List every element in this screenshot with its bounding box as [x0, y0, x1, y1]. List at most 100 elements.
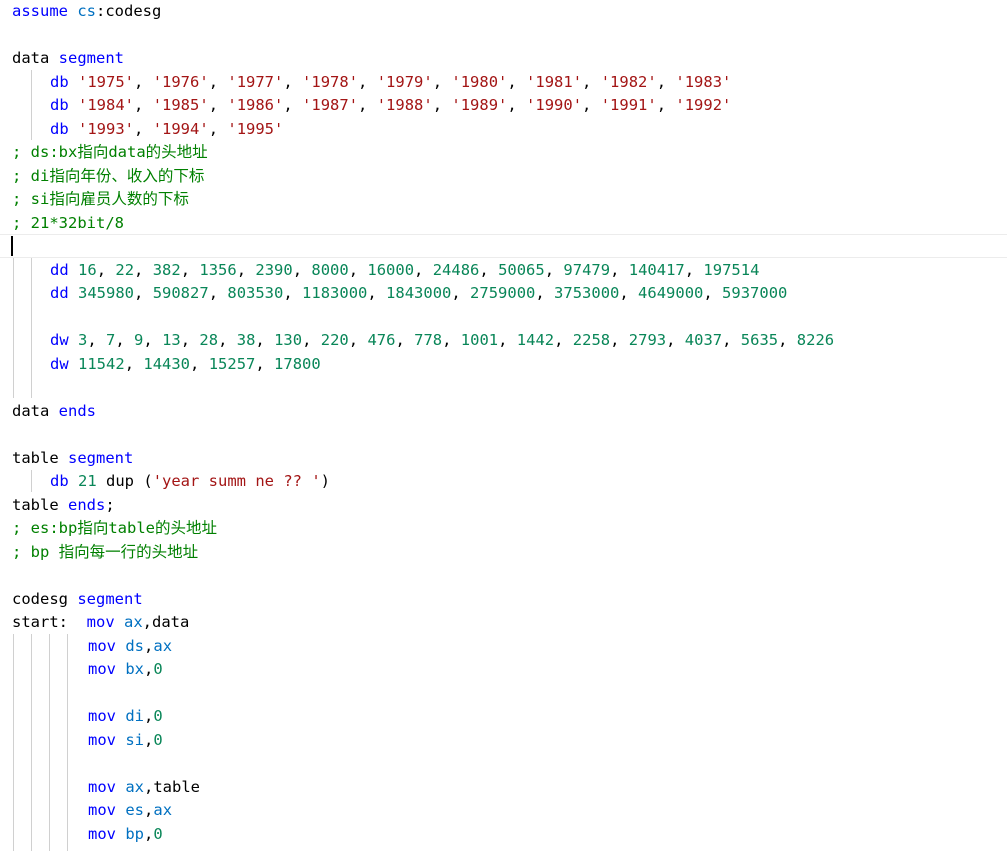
code-token: 803530	[227, 284, 284, 302]
code-token: 3	[78, 331, 88, 349]
indent-guide	[49, 634, 50, 851]
code-token: codesg	[12, 589, 68, 608]
code-token: table	[12, 495, 59, 514]
code-line[interactable]: mov es,ax	[88, 799, 172, 823]
code-token: )	[320, 472, 331, 490]
code-line[interactable]: mov ax,table	[88, 776, 200, 800]
code-line[interactable]: dw 11542, 14430, 15257, 17800	[50, 353, 321, 377]
code-line[interactable]: table segment	[12, 447, 133, 471]
code-token: ,	[190, 354, 209, 373]
code-line[interactable]: db '1975', '1976', '1977', '1978', '1979…	[50, 71, 731, 95]
code-line[interactable]: ; 21*32bit/8	[12, 212, 124, 236]
code-token: 0	[153, 707, 163, 725]
code-line[interactable]: ; es:bp指向table的头地址	[12, 517, 217, 541]
code-token: ax	[153, 636, 173, 655]
code-token: ,	[395, 331, 415, 349]
code-token: ,	[283, 284, 303, 302]
code-line[interactable]: ; bp 指向每一行的头地址	[12, 541, 198, 565]
code-token: dw	[50, 354, 69, 373]
code-line[interactable]: start: mov ax,data	[12, 611, 189, 635]
code-line[interactable]: dd 345980, 590827, 803530, 1183000, 1843…	[50, 282, 787, 306]
code-token: ,	[134, 96, 153, 114]
code-token: ,	[778, 331, 797, 349]
code-token: 8226	[796, 331, 835, 349]
indent-guide	[31, 470, 32, 492]
code-token: ,	[442, 331, 461, 349]
code-line[interactable]: table ends;	[12, 494, 115, 518]
code-line[interactable]: codesg segment	[12, 588, 143, 612]
code-token: '1991'	[600, 96, 657, 114]
code-token: ,	[87, 331, 107, 349]
code-token: 2793	[628, 331, 667, 349]
code-token: 15257	[208, 354, 256, 373]
code-token: ,	[208, 96, 228, 114]
code-token: '1980'	[451, 72, 508, 91]
code-line[interactable]: db '1984', '1985', '1986', '1987', '1988…	[50, 94, 731, 118]
code-token: ; ds:bx指向data的头地址	[12, 143, 208, 161]
code-token: 8000	[311, 260, 349, 279]
code-token: 1843000	[386, 284, 452, 302]
code-token: ; di指向年份、收入的下标	[12, 166, 205, 185]
code-token: ,	[507, 96, 527, 114]
code-token: :codesg	[96, 2, 162, 20]
code-line[interactable]: db 21 dup ('year summ ne ?? ')	[50, 470, 330, 494]
code-line[interactable]: dd 16, 22, 382, 1356, 2390, 8000, 16000,…	[50, 259, 759, 283]
code-line[interactable]: mov ds,ax	[88, 635, 172, 659]
code-line[interactable]: ; si指向雇员人数的下标	[12, 188, 189, 212]
code-line[interactable]: db '1993', '1994', '1995'	[50, 118, 283, 142]
indent-guide	[13, 634, 14, 851]
code-token: 1183000	[302, 284, 368, 302]
code-line[interactable]: assume cs:codesg	[12, 0, 161, 24]
code-line[interactable]: data segment	[12, 47, 124, 71]
code-line[interactable]: data ends	[12, 400, 96, 424]
code-token: start:	[12, 613, 87, 631]
code-editor[interactable]: assume cs:codesg data segment db '1975', '…	[0, 0, 1007, 851]
code-line[interactable]: dw 3, 7, 9, 13, 28, 38, 130, 220, 476, 7…	[50, 329, 834, 353]
code-token: ,	[432, 72, 452, 91]
indent-guide	[67, 634, 68, 851]
code-token: '1987'	[302, 96, 359, 114]
code-token: 11542	[78, 354, 125, 373]
code-line[interactable]: mov di,0	[88, 705, 163, 729]
code-token: si	[125, 730, 145, 749]
code-token: ,	[619, 284, 639, 302]
code-token: 382	[152, 260, 181, 279]
code-token: ax	[125, 777, 145, 796]
code-token: 13	[162, 331, 181, 349]
code-token: ,	[535, 284, 555, 302]
code-token: segment	[58, 49, 124, 67]
code-token: 5937000	[722, 284, 788, 302]
code-token: ,	[180, 260, 200, 279]
code-token: 17800	[274, 354, 321, 373]
code-token: mov	[88, 777, 116, 796]
code-line[interactable]: ; di指向年份、收入的下标	[12, 165, 204, 189]
code-line[interactable]: ; ds:bx指向data的头地址	[12, 141, 208, 165]
code-token: '1981'	[526, 72, 583, 91]
code-token: segment	[77, 589, 143, 608]
code-token: ; 21*32bit/8	[12, 213, 124, 232]
code-token: 'year summ ne ?? '	[152, 472, 321, 490]
code-token: ,	[283, 96, 303, 114]
code-token: ,	[144, 660, 154, 678]
code-token: '1994'	[152, 119, 209, 138]
code-line[interactable]: mov bx,0	[88, 658, 163, 682]
code-line[interactable]: mov si,0	[88, 729, 163, 753]
code-token: '1978'	[302, 72, 359, 91]
code-token: '1977'	[227, 72, 284, 91]
code-token: 9	[134, 331, 144, 349]
code-token: mov	[88, 801, 116, 819]
code-token: '1979'	[376, 72, 433, 91]
code-token: ,	[255, 354, 275, 373]
indent-guide	[31, 70, 32, 140]
code-token: ,	[96, 260, 116, 279]
code-token: ,	[208, 72, 228, 91]
code-line[interactable]: mov bp,0	[88, 823, 163, 847]
